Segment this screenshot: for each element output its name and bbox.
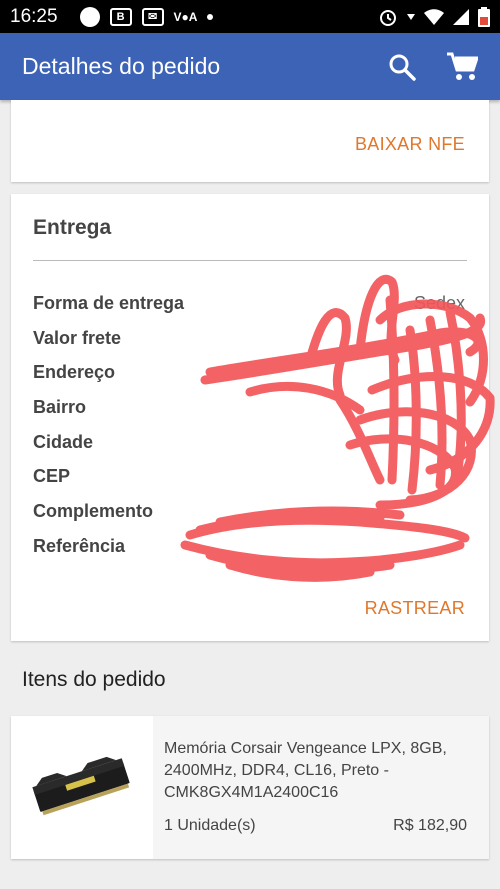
download-nfe-button[interactable]: BAIXAR NFE — [355, 134, 465, 155]
status-time: 16:25 — [10, 5, 58, 27]
row-label: Referência — [33, 535, 126, 556]
row-label: Valor frete — [33, 327, 122, 348]
alarm-icon — [380, 9, 396, 26]
row-label: CEP — [33, 466, 71, 487]
battery-icon — [478, 6, 490, 27]
page-title: Detalhes do pedido — [22, 53, 221, 79]
ram-module-icon — [32, 756, 130, 815]
app-bar: Detalhes do pedido — [0, 33, 500, 100]
carrier-label: V●A — [173, 9, 198, 24]
row-label: Complemento — [33, 500, 154, 521]
delivery-row-referencia: Referência — [33, 529, 465, 564]
row-label: Forma de entrega — [33, 292, 185, 313]
status-bar: 16:25 B ✉ V●A — [0, 0, 500, 33]
more-notifications-icon — [207, 13, 214, 20]
signal-down-icon — [407, 13, 415, 20]
order-items-title: Itens do pedido — [22, 668, 166, 691]
divider — [33, 260, 467, 261]
delivery-row-cidade: Cidade — [33, 425, 465, 460]
track-button[interactable]: RASTREAR — [365, 598, 465, 619]
search-icon[interactable] — [388, 53, 416, 81]
product-image — [11, 716, 153, 859]
cart-icon[interactable] — [446, 52, 478, 82]
delivery-row-forma: Forma de entrega Sedex — [33, 286, 465, 321]
product-info: Memória Corsair Vengeance LPX, 8GB, 2400… — [153, 716, 489, 859]
notification-b-icon: B — [109, 7, 132, 26]
nfe-card: BAIXAR NFE — [11, 100, 489, 182]
delivery-title: Entrega — [33, 216, 112, 239]
product-name: Memória Corsair Vengeance LPX, 8GB, 2400… — [164, 740, 447, 801]
cell-signal-icon — [453, 8, 469, 25]
delivery-details: Forma de entrega Sedex Valor frete Ender… — [33, 286, 465, 564]
delivery-row-bairro: Bairro — [33, 390, 465, 425]
notification-circle-icon — [79, 6, 100, 27]
product-quantity: 1 Unidade(s) — [164, 817, 256, 834]
row-label: Endereço — [33, 362, 116, 383]
delivery-row-cep: CEP — [33, 459, 465, 494]
delivery-row-endereco: Endereço — [33, 355, 465, 390]
product-price: R$ 182,90 — [393, 817, 467, 834]
notification-id-icon: ✉ — [141, 7, 164, 26]
row-value: Sedex — [413, 292, 465, 313]
delivery-card: Entrega Forma de entrega Sedex Valor fre… — [11, 194, 489, 641]
delivery-row-frete: Valor frete — [33, 321, 465, 356]
delivery-row-complemento: Complemento — [33, 494, 465, 529]
row-label: Bairro — [33, 396, 87, 417]
order-item-card[interactable]: Memória Corsair Vengeance LPX, 8GB, 2400… — [11, 716, 489, 859]
row-label: Cidade — [33, 431, 94, 452]
wifi-icon — [424, 8, 444, 25]
